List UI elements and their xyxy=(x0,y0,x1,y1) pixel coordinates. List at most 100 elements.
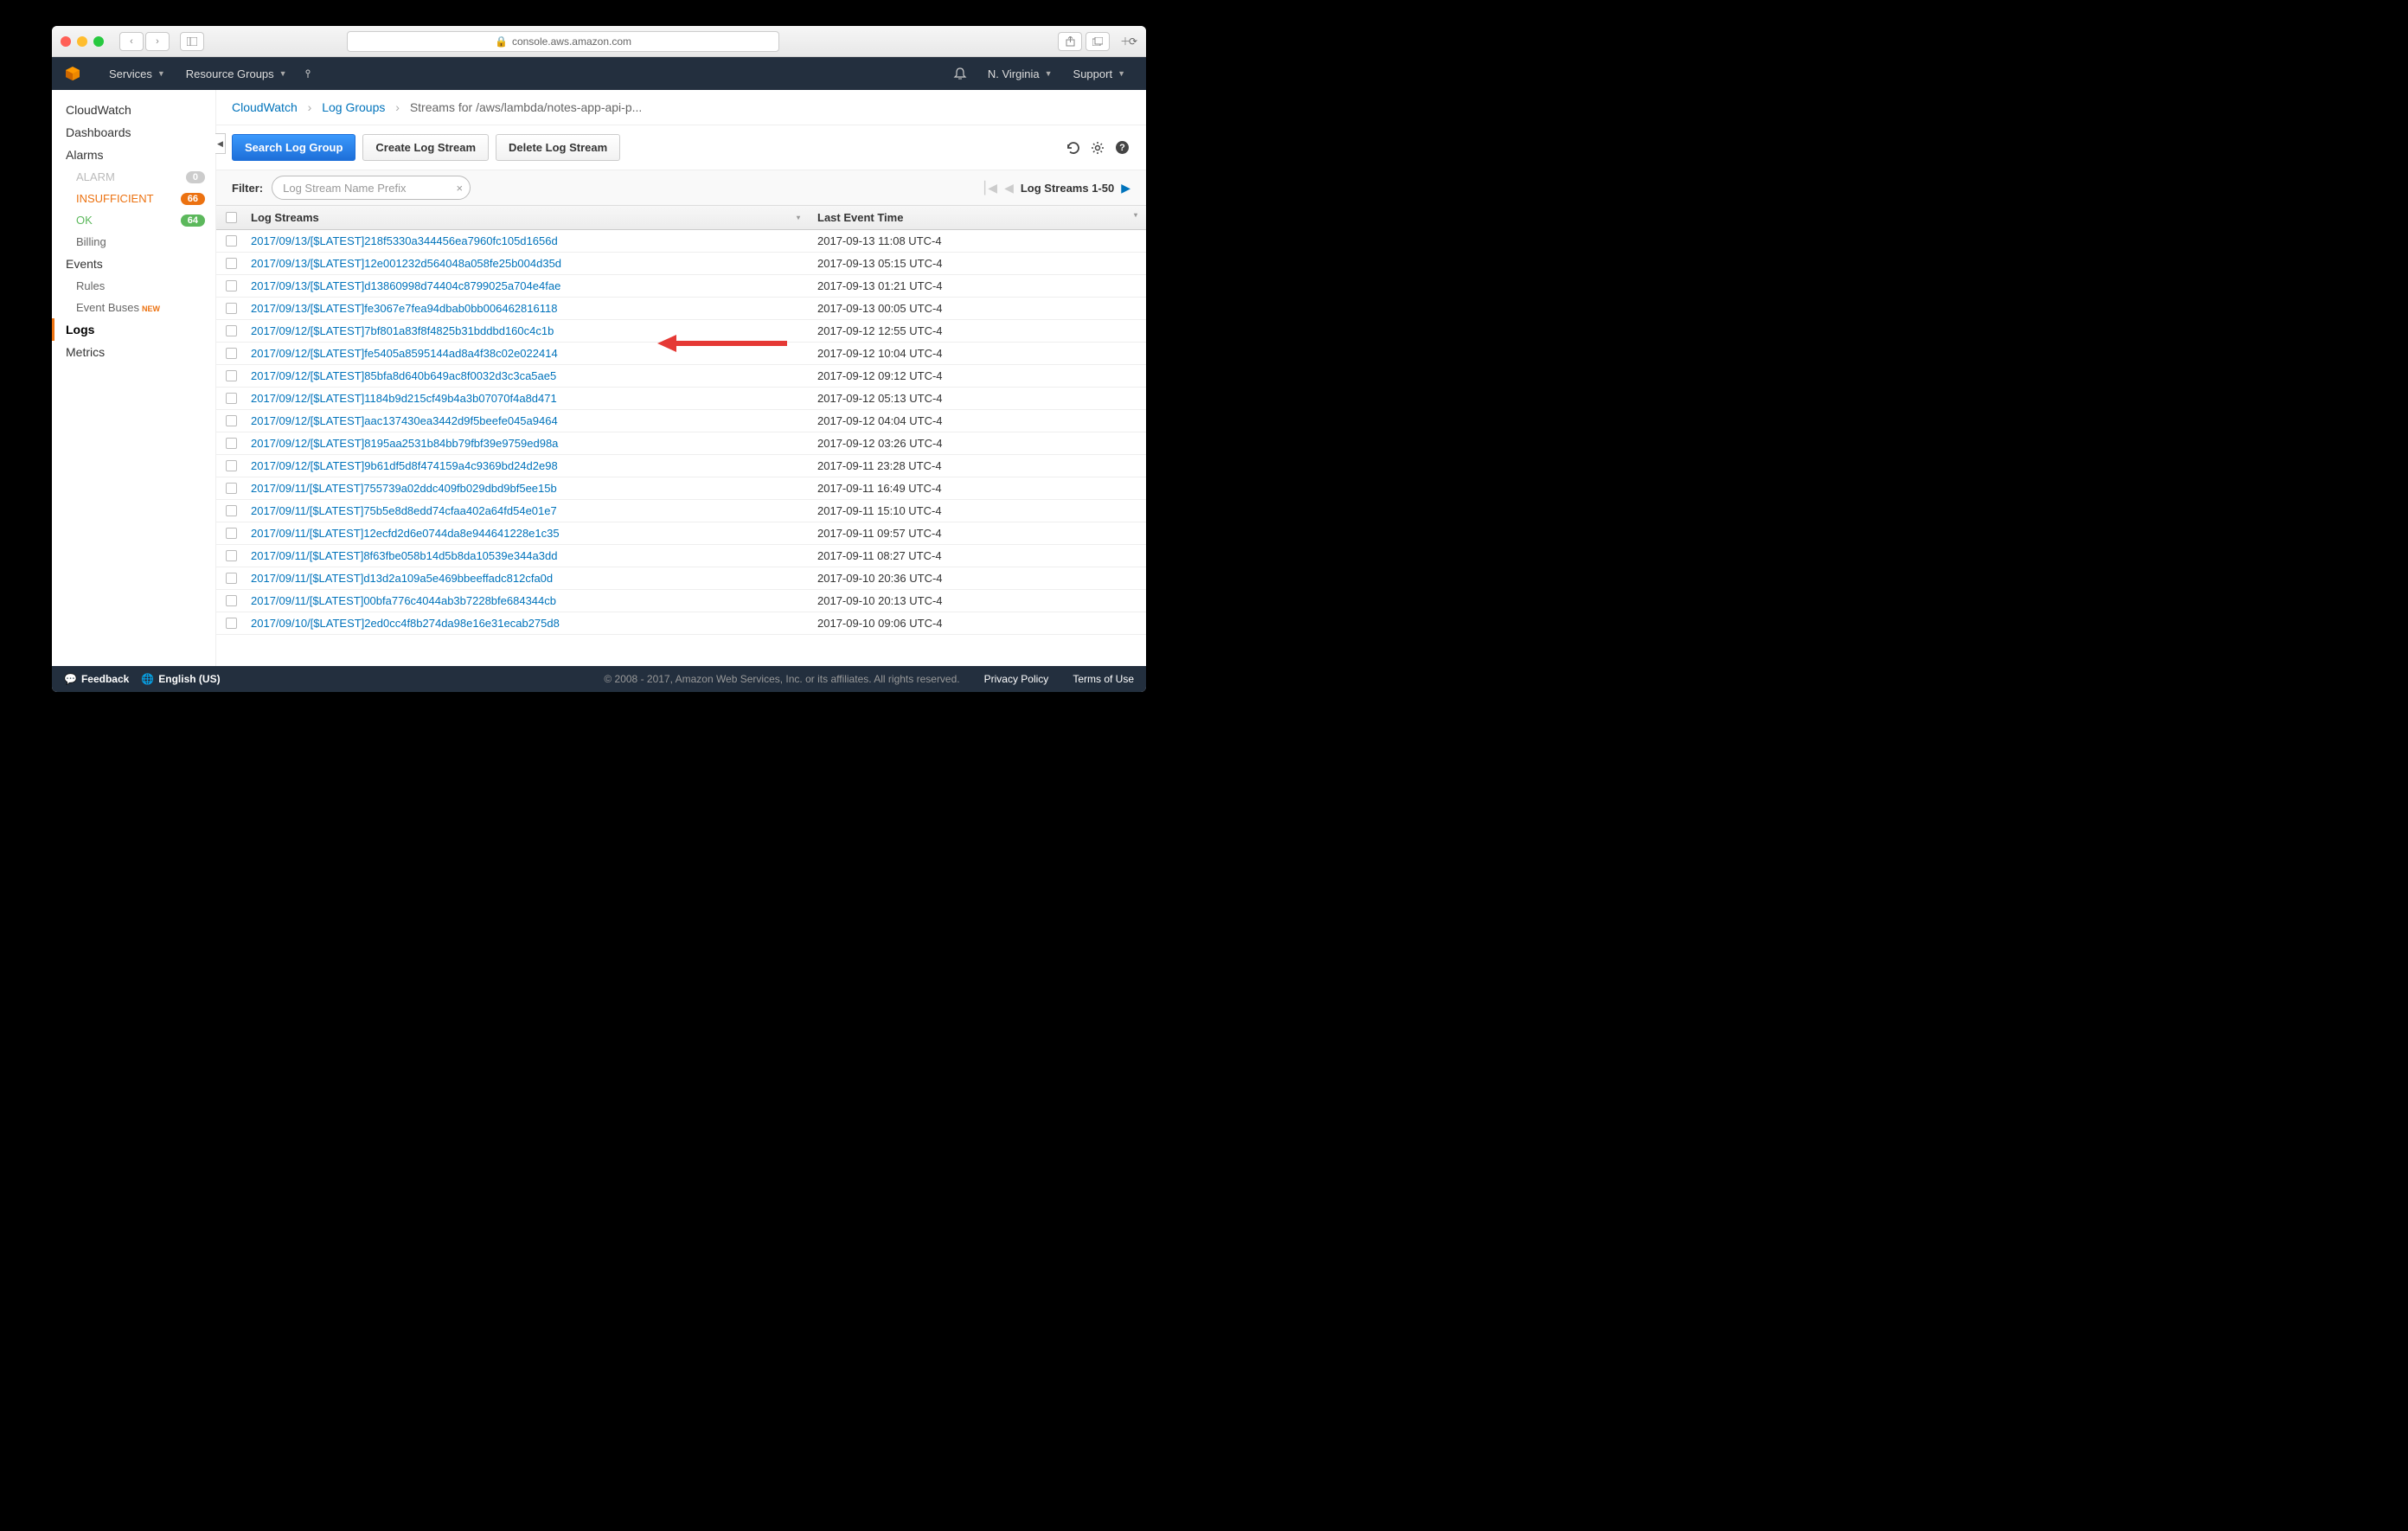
services-menu[interactable]: Services ▼ xyxy=(99,57,176,90)
privacy-policy-link[interactable]: Privacy Policy xyxy=(984,673,1049,685)
share-icon[interactable] xyxy=(1058,32,1082,51)
log-stream-link[interactable]: 2017/09/13/[$LATEST]218f5330a344456ea796… xyxy=(251,234,558,247)
resource-groups-menu[interactable]: Resource Groups ▼ xyxy=(176,57,298,90)
feedback-button[interactable]: 💬 Feedback xyxy=(64,673,129,685)
log-stream-link[interactable]: 2017/09/12/[$LATEST]9b61df5d8f474159a4c9… xyxy=(251,459,558,472)
log-stream-link[interactable]: 2017/09/11/[$LATEST]755739a02ddc409fb029… xyxy=(251,482,557,495)
region-menu[interactable]: N. Virginia ▼ xyxy=(977,57,1063,90)
sidebar-item-insufficient[interactable]: INSUFFICIENT66 xyxy=(52,188,215,209)
log-stream-link[interactable]: 2017/09/12/[$LATEST]85bfa8d640b649ac8f00… xyxy=(251,369,556,382)
refresh-icon[interactable] xyxy=(1065,139,1082,157)
row-checkbox[interactable] xyxy=(226,235,237,247)
table-row[interactable]: 2017/09/11/[$LATEST]00bfa776c4044ab3b722… xyxy=(216,590,1146,612)
log-stream-link[interactable]: 2017/09/11/[$LATEST]75b5e8d8edd74cfaa402… xyxy=(251,504,557,517)
table-row[interactable]: 2017/09/11/[$LATEST]755739a02ddc409fb029… xyxy=(216,477,1146,500)
search-log-group-button[interactable]: Search Log Group xyxy=(232,134,355,161)
log-stream-link[interactable]: 2017/09/12/[$LATEST]fe5405a8595144ad8a4f… xyxy=(251,347,558,360)
log-stream-link[interactable]: 2017/09/12/[$LATEST]7bf801a83f8f4825b31b… xyxy=(251,324,554,337)
minimize-icon[interactable] xyxy=(77,36,87,47)
table-row[interactable]: 2017/09/12/[$LATEST]fe5405a8595144ad8a4f… xyxy=(216,343,1146,365)
clear-filter-icon[interactable]: × xyxy=(457,182,464,195)
sidebar-item-dashboards[interactable]: Dashboards xyxy=(52,121,215,144)
table-row[interactable]: 2017/09/11/[$LATEST]d13d2a109a5e469bbeef… xyxy=(216,567,1146,590)
log-stream-link[interactable]: 2017/09/12/[$LATEST]1184b9d215cf49b4a3b0… xyxy=(251,392,557,405)
row-checkbox[interactable] xyxy=(226,280,237,291)
sidebar-toggle-button[interactable] xyxy=(180,32,204,51)
log-stream-link[interactable]: 2017/09/11/[$LATEST]00bfa776c4044ab3b722… xyxy=(251,594,556,607)
row-checkbox[interactable] xyxy=(226,258,237,269)
sidebar-item-alarm[interactable]: ALARM0 xyxy=(52,166,215,188)
tabs-icon[interactable] xyxy=(1086,32,1110,51)
log-stream-link[interactable]: 2017/09/13/[$LATEST]d13860998d74404c8799… xyxy=(251,279,560,292)
log-stream-link[interactable]: 2017/09/11/[$LATEST]8f63fbe058b14d5b8da1… xyxy=(251,549,557,562)
row-checkbox[interactable] xyxy=(226,505,237,516)
table-row[interactable]: 2017/09/13/[$LATEST]fe3067e7fea94dbab0bb… xyxy=(216,298,1146,320)
select-all-checkbox[interactable] xyxy=(226,212,237,223)
row-checkbox[interactable] xyxy=(226,393,237,404)
page-first-icon[interactable]: ⎮◀ xyxy=(982,181,997,195)
pin-icon[interactable] xyxy=(298,57,318,90)
table-row[interactable]: 2017/09/12/[$LATEST]85bfa8d640b649ac8f00… xyxy=(216,365,1146,388)
sidebar-item-metrics[interactable]: Metrics xyxy=(52,341,215,363)
row-checkbox[interactable] xyxy=(226,528,237,539)
log-stream-link[interactable]: 2017/09/13/[$LATEST]fe3067e7fea94dbab0bb… xyxy=(251,302,557,315)
row-checkbox[interactable] xyxy=(226,325,237,336)
aws-logo-icon[interactable] xyxy=(62,63,83,84)
forward-button[interactable]: › xyxy=(145,32,170,51)
table-row[interactable]: 2017/09/12/[$LATEST]8195aa2531b84bb79fbf… xyxy=(216,432,1146,455)
sidebar-item-ok[interactable]: OK64 xyxy=(52,209,215,231)
page-prev-icon[interactable]: ◀ xyxy=(1004,181,1014,195)
terms-of-use-link[interactable]: Terms of Use xyxy=(1073,673,1134,685)
sidebar-item-billing[interactable]: Billing xyxy=(52,231,215,253)
log-stream-link[interactable]: 2017/09/11/[$LATEST]d13d2a109a5e469bbeef… xyxy=(251,572,553,585)
log-stream-link[interactable]: 2017/09/12/[$LATEST]8195aa2531b84bb79fbf… xyxy=(251,437,558,450)
sidebar-item-rules[interactable]: Rules xyxy=(52,275,215,297)
maximize-icon[interactable] xyxy=(93,36,104,47)
sidebar-item-cloudwatch[interactable]: CloudWatch xyxy=(52,99,215,121)
table-row[interactable]: 2017/09/13/[$LATEST]d13860998d74404c8799… xyxy=(216,275,1146,298)
row-checkbox[interactable] xyxy=(226,460,237,471)
reload-icon[interactable]: ⟳ xyxy=(1129,35,1137,48)
table-row[interactable]: 2017/09/11/[$LATEST]8f63fbe058b14d5b8da1… xyxy=(216,545,1146,567)
table-row[interactable]: 2017/09/12/[$LATEST]9b61df5d8f474159a4c9… xyxy=(216,455,1146,477)
back-button[interactable]: ‹ xyxy=(119,32,144,51)
log-stream-link[interactable]: 2017/09/11/[$LATEST]12ecfd2d6e0744da8e94… xyxy=(251,527,560,540)
row-checkbox[interactable] xyxy=(226,483,237,494)
row-checkbox[interactable] xyxy=(226,573,237,584)
row-checkbox[interactable] xyxy=(226,438,237,449)
breadcrumb-log-groups[interactable]: Log Groups xyxy=(322,100,385,114)
row-checkbox[interactable] xyxy=(226,550,237,561)
row-checkbox[interactable] xyxy=(226,370,237,381)
table-row[interactable]: 2017/09/12/[$LATEST]1184b9d215cf49b4a3b0… xyxy=(216,388,1146,410)
address-bar[interactable]: 🔒 console.aws.amazon.com ⟳ xyxy=(347,31,779,52)
delete-log-stream-button[interactable]: Delete Log Stream xyxy=(496,134,620,161)
table-row[interactable]: 2017/09/13/[$LATEST]218f5330a344456ea796… xyxy=(216,230,1146,253)
log-stream-link[interactable]: 2017/09/10/[$LATEST]2ed0cc4f8b274da98e16… xyxy=(251,617,560,630)
table-row[interactable]: 2017/09/10/[$LATEST]2ed0cc4f8b274da98e16… xyxy=(216,612,1146,635)
row-checkbox[interactable] xyxy=(226,618,237,629)
sidebar-item-alarms[interactable]: Alarms xyxy=(52,144,215,166)
breadcrumb-cloudwatch[interactable]: CloudWatch xyxy=(232,100,298,114)
row-checkbox[interactable] xyxy=(226,303,237,314)
sidebar-collapse-button[interactable]: ◀ xyxy=(215,133,226,154)
gear-icon[interactable] xyxy=(1089,139,1106,157)
filter-input[interactable]: Log Stream Name Prefix × xyxy=(272,176,471,200)
table-row[interactable]: 2017/09/11/[$LATEST]75b5e8d8edd74cfaa402… xyxy=(216,500,1146,522)
table-row[interactable]: 2017/09/11/[$LATEST]12ecfd2d6e0744da8e94… xyxy=(216,522,1146,545)
log-stream-link[interactable]: 2017/09/12/[$LATEST]aac137430ea3442d9f5b… xyxy=(251,414,558,427)
notifications-icon[interactable] xyxy=(943,57,977,90)
page-next-icon[interactable]: ▶ xyxy=(1121,181,1130,195)
row-checkbox[interactable] xyxy=(226,348,237,359)
language-selector[interactable]: 🌐 English (US) xyxy=(141,673,220,685)
create-log-stream-button[interactable]: Create Log Stream xyxy=(362,134,489,161)
table-row[interactable]: 2017/09/13/[$LATEST]12e001232d564048a058… xyxy=(216,253,1146,275)
log-stream-link[interactable]: 2017/09/13/[$LATEST]12e001232d564048a058… xyxy=(251,257,561,270)
sidebar-item-logs[interactable]: Logs xyxy=(52,318,215,341)
row-checkbox[interactable] xyxy=(226,595,237,606)
column-header-log-streams[interactable]: Log Streams ▾ xyxy=(246,211,809,224)
table-row[interactable]: 2017/09/12/[$LATEST]7bf801a83f8f4825b31b… xyxy=(216,320,1146,343)
sidebar-item-events[interactable]: Events xyxy=(52,253,215,275)
row-checkbox[interactable] xyxy=(226,415,237,426)
column-header-last-event-time[interactable]: Last Event Time ▾ xyxy=(809,211,1146,224)
table-row[interactable]: 2017/09/12/[$LATEST]aac137430ea3442d9f5b… xyxy=(216,410,1146,432)
